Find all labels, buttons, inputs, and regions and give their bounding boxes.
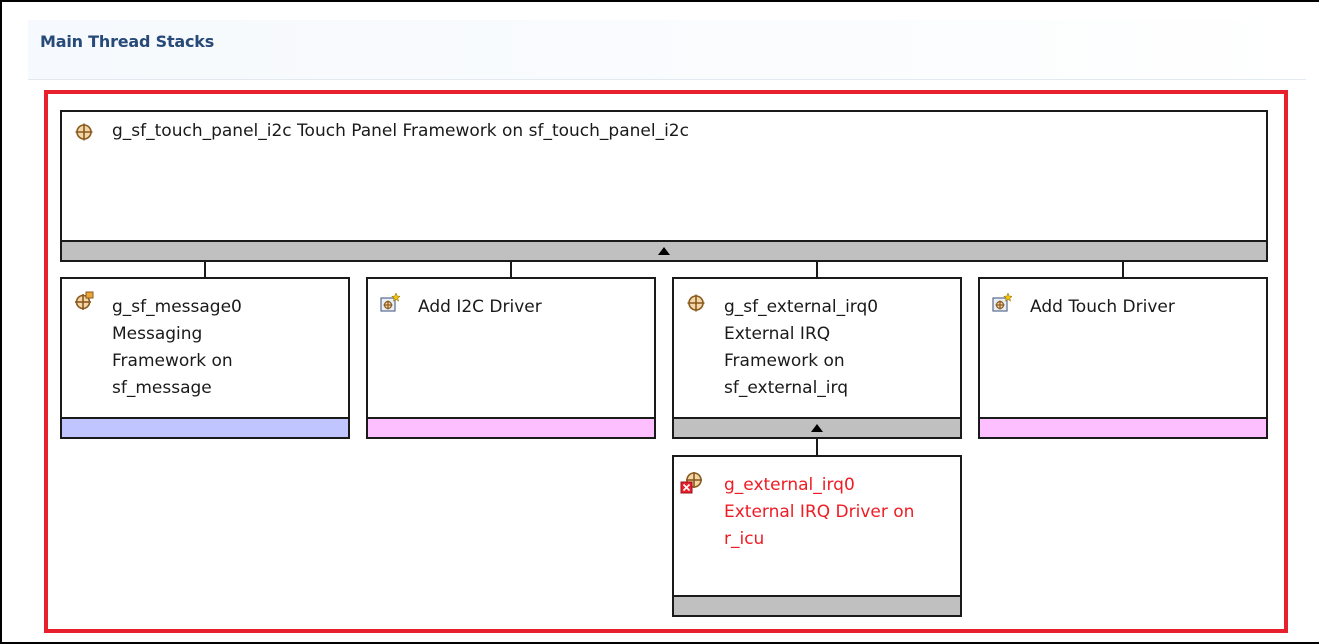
module-label-line: r_icu bbox=[724, 529, 765, 549]
header-divider bbox=[28, 79, 1306, 80]
driver-error-icon bbox=[680, 471, 706, 495]
module-label-line: Framework on bbox=[724, 351, 845, 371]
module-add-i2c-driver[interactable]: Add I2C Driver bbox=[366, 277, 656, 439]
module-expand-bar[interactable] bbox=[674, 417, 960, 437]
module-label-line: Framework on bbox=[112, 351, 233, 371]
module-label: g_sf_touch_panel_i2c Touch Panel Framewo… bbox=[112, 121, 689, 141]
module-label-line: sf_external_irq bbox=[724, 378, 848, 398]
module-touch-panel-framework[interactable]: g_sf_touch_panel_i2c Touch Panel Framewo… bbox=[60, 110, 1268, 262]
module-external-irq-driver[interactable]: g_external_irq0 External IRQ Driver on r… bbox=[672, 455, 962, 617]
module-status-bar bbox=[368, 417, 654, 437]
module-status-bar bbox=[980, 417, 1266, 437]
module-label-line: External IRQ Driver on bbox=[724, 502, 915, 522]
module-status-bar bbox=[62, 417, 348, 437]
framework-crosshair-icon bbox=[74, 122, 94, 142]
expand-arrow-icon[interactable] bbox=[811, 424, 823, 432]
add-driver-icon bbox=[992, 292, 1013, 313]
module-label-line: g_sf_message0 bbox=[112, 297, 242, 317]
connector-line bbox=[1122, 262, 1124, 278]
module-external-irq-framework[interactable]: g_sf_external_irq0 External IRQ Framewor… bbox=[672, 277, 962, 439]
module-label-line: Add Touch Driver bbox=[1030, 297, 1175, 317]
module-expand-bar[interactable] bbox=[62, 240, 1266, 260]
module-status-bar bbox=[674, 595, 960, 615]
module-label-line: sf_message bbox=[112, 378, 212, 398]
module-messaging-framework[interactable]: g_sf_message0 Messaging Framework on sf_… bbox=[60, 277, 350, 439]
connector-line bbox=[510, 262, 512, 278]
add-driver-icon bbox=[380, 292, 401, 313]
connector-line bbox=[816, 439, 818, 456]
framework-crosshair-flag-icon bbox=[74, 291, 94, 311]
section-title: Main Thread Stacks bbox=[40, 32, 215, 51]
framework-crosshair-icon bbox=[686, 293, 706, 313]
connector-line bbox=[204, 262, 206, 278]
expand-arrow-icon[interactable] bbox=[658, 247, 670, 255]
module-label-line: g_sf_external_irq0 bbox=[724, 297, 879, 317]
module-label-line: Messaging bbox=[112, 324, 203, 344]
section-header: Main Thread Stacks bbox=[28, 20, 1306, 80]
module-label-line: g_external_irq0 bbox=[724, 475, 855, 495]
connector-line bbox=[816, 262, 818, 278]
module-label-line: External IRQ bbox=[724, 324, 831, 344]
module-label-line: Add I2C Driver bbox=[418, 297, 542, 317]
module-add-touch-driver[interactable]: Add Touch Driver bbox=[978, 277, 1268, 439]
